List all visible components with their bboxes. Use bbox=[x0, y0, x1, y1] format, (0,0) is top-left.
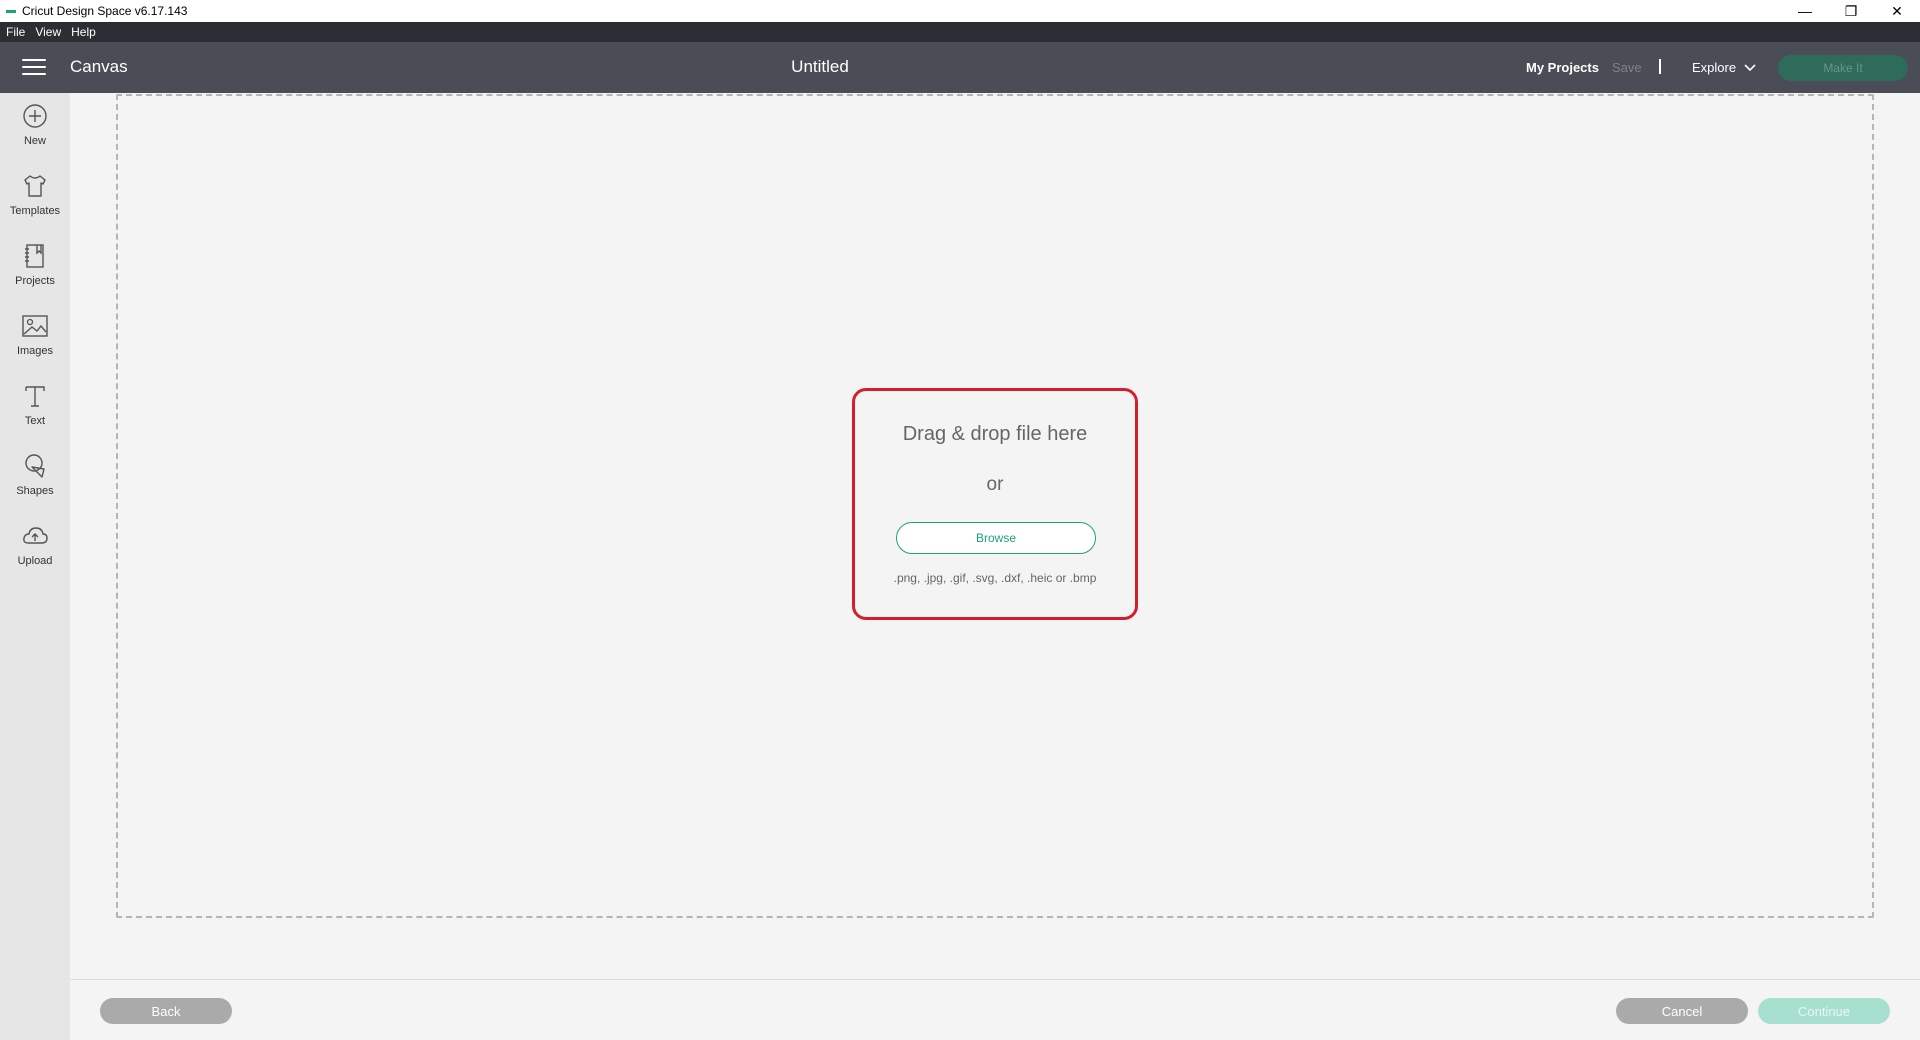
back-button[interactable]: Back bbox=[100, 998, 232, 1024]
image-icon bbox=[22, 315, 48, 337]
sidebar-item-label: Text bbox=[24, 415, 46, 427]
sidebar-item-new[interactable]: New bbox=[0, 101, 70, 161]
menu-help[interactable]: Help bbox=[71, 25, 96, 39]
footer-divider bbox=[70, 979, 1920, 980]
app-logo-icon bbox=[6, 9, 16, 13]
document-title: Untitled bbox=[791, 57, 849, 76]
save-button[interactable]: Save bbox=[1612, 60, 1642, 75]
plus-circle-icon bbox=[23, 104, 47, 128]
or-text: or bbox=[986, 474, 1004, 495]
sidebar-item-projects[interactable]: Projects bbox=[0, 241, 70, 301]
tshirt-icon bbox=[24, 175, 46, 197]
sidebar-item-label: Upload bbox=[17, 555, 53, 567]
continue-button[interactable]: Continue bbox=[1758, 998, 1890, 1024]
my-projects-link[interactable]: My Projects bbox=[1526, 60, 1599, 75]
sidebar-item-label: Shapes bbox=[16, 485, 54, 497]
menu-file[interactable]: File bbox=[6, 25, 25, 39]
make-it-button[interactable]: Make It bbox=[1778, 55, 1908, 81]
sidebar-item-templates[interactable]: Templates bbox=[0, 171, 70, 231]
menu-bar: File View Help bbox=[0, 22, 1920, 42]
cancel-button[interactable]: Cancel bbox=[1616, 998, 1748, 1024]
minimize-button[interactable]: — bbox=[1782, 0, 1828, 22]
header-divider bbox=[1659, 59, 1661, 74]
menu-view[interactable]: View bbox=[35, 25, 61, 39]
window-titlebar: Cricut Design Space v6.17.143 — ❐ ✕ bbox=[0, 0, 1920, 22]
explore-dropdown[interactable]: Explore bbox=[1692, 60, 1756, 75]
restore-button[interactable]: ❐ bbox=[1828, 0, 1874, 22]
notebook-icon bbox=[25, 244, 44, 268]
sidebar-item-images[interactable]: Images bbox=[0, 311, 70, 371]
sidebar-item-label: Templates bbox=[9, 205, 61, 217]
sidebar-item-text[interactable]: Text bbox=[0, 381, 70, 441]
upload-panel: Drag & drop file here or Browse .png, .j… bbox=[852, 388, 1138, 620]
sidebar-item-label: Projects bbox=[15, 275, 55, 287]
sidebar-item-upload[interactable]: Upload bbox=[0, 521, 70, 581]
window-title: Cricut Design Space v6.17.143 bbox=[22, 4, 188, 18]
browse-button[interactable]: Browse bbox=[896, 522, 1096, 554]
cloud-upload-icon bbox=[23, 527, 48, 544]
window-controls: — ❐ ✕ bbox=[1782, 0, 1920, 22]
sidebar-item-label: New bbox=[23, 135, 46, 147]
supported-formats-text: .png, .jpg, .gif, .svg, .dxf, .heic or .… bbox=[893, 571, 1097, 585]
sidebar-item-shapes[interactable]: Shapes bbox=[0, 451, 70, 511]
shapes-icon bbox=[25, 454, 45, 478]
sidebar-item-label: Images bbox=[16, 345, 54, 357]
explore-label: Explore bbox=[1692, 60, 1737, 75]
chevron-down-icon bbox=[1744, 63, 1756, 71]
text-icon bbox=[25, 386, 45, 407]
left-sidebar: New Templates Projects Images Text Shape… bbox=[0, 93, 70, 1040]
drag-drop-text: Drag & drop file here bbox=[902, 423, 1088, 445]
close-button[interactable]: ✕ bbox=[1874, 0, 1920, 22]
app-header: Canvas Untitled My Projects Save Explore… bbox=[0, 42, 1920, 93]
